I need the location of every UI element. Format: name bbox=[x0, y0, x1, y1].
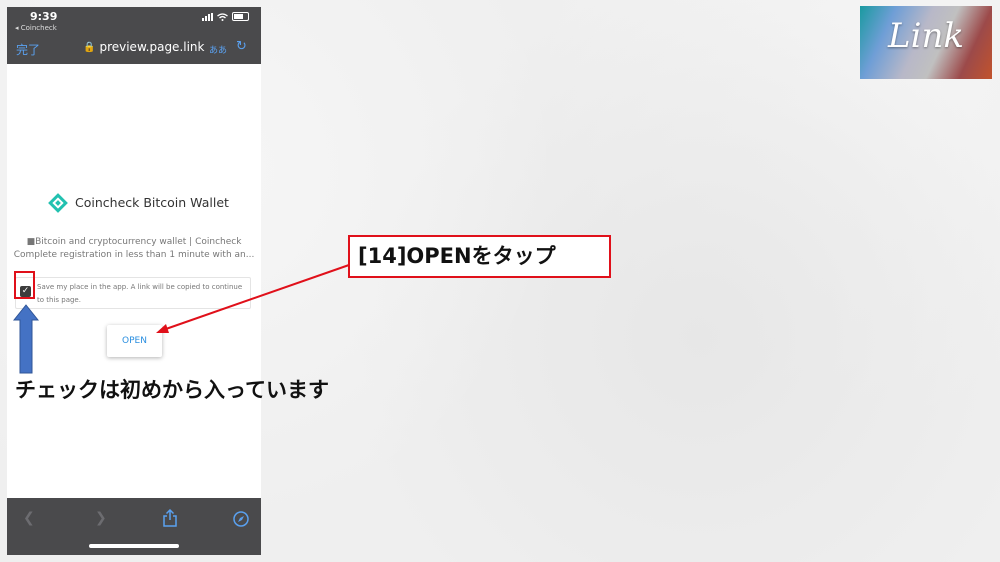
step-callout: [14]OPENをタップ bbox=[348, 235, 611, 278]
callout-arrow bbox=[156, 264, 350, 333]
logo-text: Link bbox=[888, 16, 964, 56]
checkbox-note: チェックは初めから入っています bbox=[15, 378, 329, 402]
link-logo: Link bbox=[860, 6, 992, 79]
